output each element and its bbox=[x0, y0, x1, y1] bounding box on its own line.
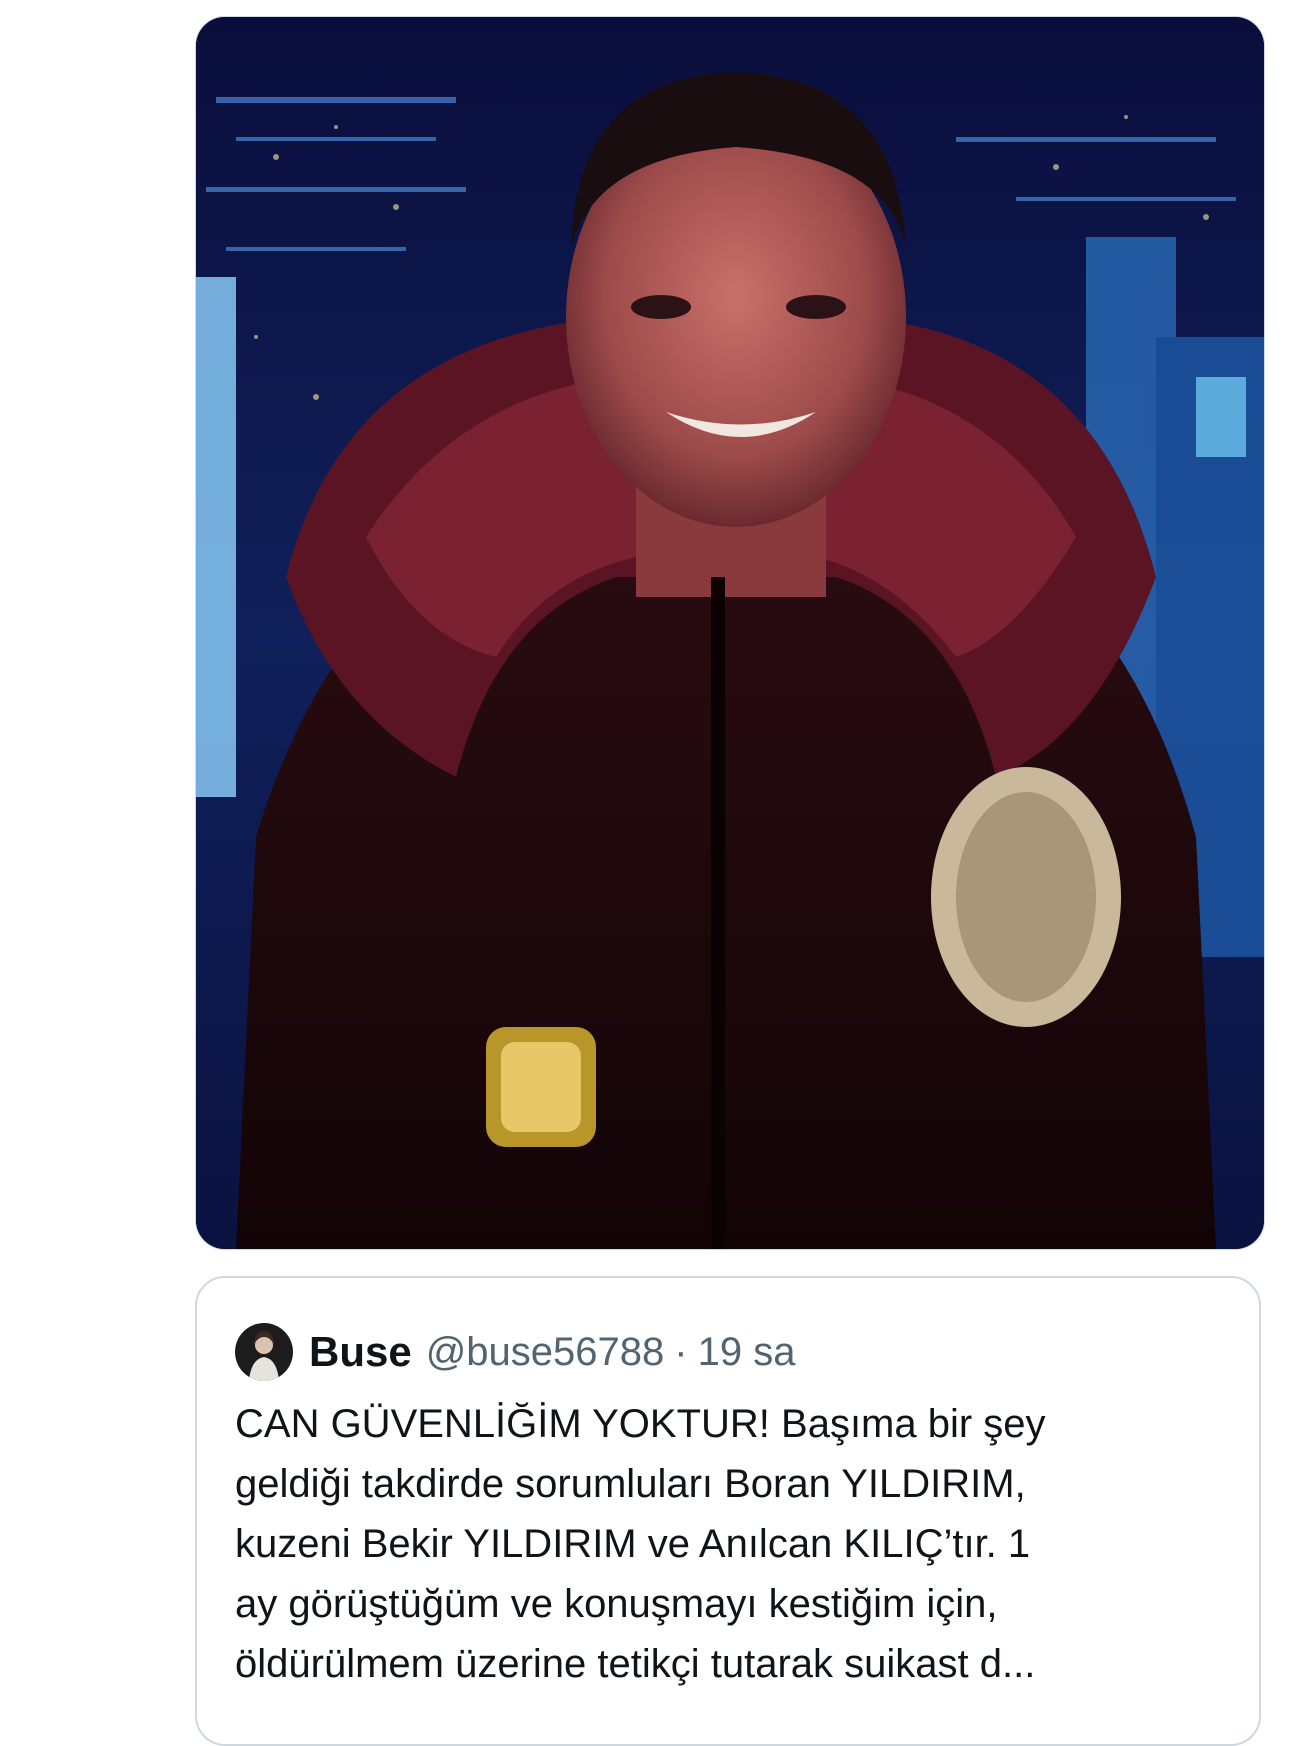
tweet-timestamp[interactable]: 19 sa bbox=[698, 1330, 796, 1375]
photo-illustration bbox=[196, 17, 1264, 1249]
tweet-text-line: ay görüştüğüm ve konuşmayı kestiğim için… bbox=[235, 1582, 998, 1626]
quoted-tweet-header: Buse @buse56788 · 19 sa bbox=[235, 1322, 795, 1382]
quoted-tweet-text: CAN GÜVENLİĞİM YOKTUR! Başıma bir şey ge… bbox=[235, 1394, 1235, 1694]
tweet-media-image[interactable] bbox=[195, 16, 1265, 1250]
author-display-name[interactable]: Buse bbox=[309, 1328, 412, 1376]
meta-separator: · bbox=[674, 1329, 688, 1374]
tweet-text-line: kuzeni Bekir YILDIRIM ve Anılcan KILIÇ’t… bbox=[235, 1522, 1031, 1566]
author-handle[interactable]: @buse56788 bbox=[426, 1330, 665, 1375]
avatar-image bbox=[235, 1323, 293, 1381]
tweet-text-line: öldürülmem üzerine tetikçi tutarak suika… bbox=[235, 1642, 1036, 1686]
tweet-text-line: geldiği takdirde sorumluları Boran YILDI… bbox=[235, 1462, 1026, 1506]
avatar[interactable] bbox=[235, 1323, 293, 1381]
tweet-text-line: CAN GÜVENLİĞİM YOKTUR! Başıma bir şey bbox=[235, 1402, 1046, 1446]
quoted-tweet-card[interactable]: Buse @buse56788 · 19 sa CAN GÜVENLİĞİM Y… bbox=[195, 1276, 1261, 1746]
